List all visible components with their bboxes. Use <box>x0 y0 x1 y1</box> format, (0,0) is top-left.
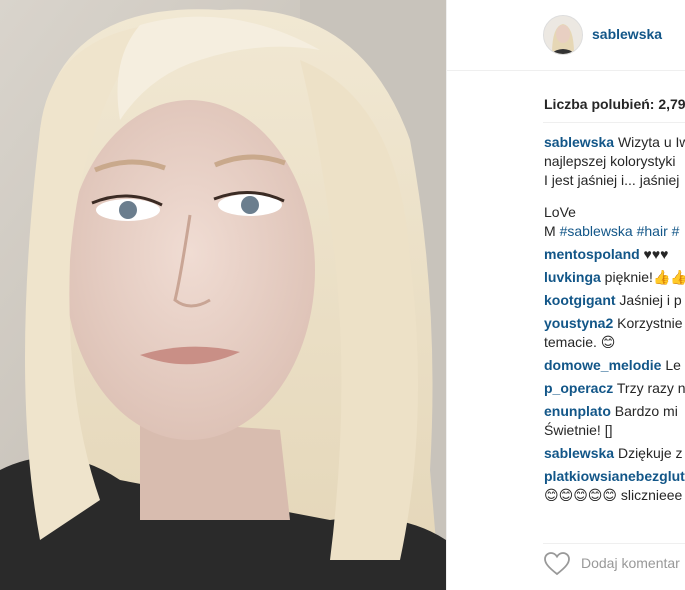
comment-text: Trzy razy n <box>613 380 685 396</box>
photo-image <box>0 0 446 590</box>
comment-text: pięknie!👍👍 <box>600 269 685 285</box>
likes-divider <box>543 122 685 123</box>
post-header: sablewska <box>447 0 685 71</box>
caption-text-line: I jest jaśniej i... jaśniej <box>544 172 680 188</box>
comment-username[interactable]: kootgigant <box>544 292 616 308</box>
caption-signature: M <box>544 223 556 239</box>
caption-username[interactable]: sablewska <box>544 134 614 150</box>
comment-item: domowe_melodie Le <box>544 356 685 375</box>
caption-hashtags[interactable]: #sablewska #hair # <box>560 223 680 239</box>
comment-item: youstyna2 Korzystnie temacie. 😊 <box>544 314 685 352</box>
comment-text: Le <box>661 357 681 373</box>
comment-text: Korzystnie <box>613 315 683 331</box>
comment-text-continued: Świetnie! [] <box>544 422 613 438</box>
avatar[interactable] <box>543 15 583 55</box>
comment-text: Bardzo mi <box>610 403 678 419</box>
comment-text-continued: temacie. 😊 <box>544 334 616 350</box>
post-photo[interactable] <box>0 0 446 590</box>
comment-item: kootgigant Jaśniej i p <box>544 291 685 310</box>
comment-username[interactable]: enunplato <box>544 403 611 419</box>
comment-text: ♥♥♥ <box>639 246 669 262</box>
caption: sablewska Wizyta u Iw najlepszej kolorys… <box>544 133 685 241</box>
comment-username[interactable]: platkiowsianebezglut <box>544 468 685 484</box>
comment-text: Dziękuje z <box>614 445 683 461</box>
comment-username[interactable]: sablewska <box>544 445 614 461</box>
comment-item: luvkinga pięknie!👍👍 <box>544 268 685 287</box>
comment-username[interactable]: mentospoland <box>544 246 640 262</box>
comment-username[interactable]: p_operacz <box>544 380 613 396</box>
comment-username[interactable]: youstyna2 <box>544 315 613 331</box>
post-username[interactable]: sablewska <box>592 26 662 42</box>
comment-username[interactable]: domowe_melodie <box>544 357 661 373</box>
comment-text: Jaśniej i p <box>615 292 682 308</box>
comment-username[interactable]: luvkinga <box>544 269 601 285</box>
comments-list: sablewska Wizyta u Iw najlepszej kolorys… <box>544 133 685 509</box>
comment-text-continued: 😊😊😊😊😊 slicznieee <box>544 487 683 503</box>
comment-item: sablewska Dziękuje z <box>544 444 685 463</box>
caption-text-line: Wizyta u Iw <box>617 134 685 150</box>
caption-text-line: najlepszej kolorystyki <box>544 153 676 169</box>
comment-item: p_operacz Trzy razy n <box>544 379 685 398</box>
likes-count[interactable]: Liczba polubień: 2,79 <box>544 96 685 112</box>
add-comment-input[interactable]: Dodaj komentar <box>581 555 680 571</box>
comment-item: platkiowsianebezglut 😊😊😊😊😊 slicznieee <box>544 467 685 505</box>
comment-item: enunplato Bardzo mi Świetnie! [] <box>544 402 685 440</box>
heart-outline-icon[interactable] <box>544 552 570 576</box>
footer-divider <box>543 543 685 544</box>
post-details-panel: sablewska Liczba polubień: 2,79 sablewsk… <box>447 0 685 590</box>
comment-item: mentospoland ♥♥♥ <box>544 245 685 264</box>
avatar-image <box>544 16 582 54</box>
caption-love: LoVe <box>544 204 576 220</box>
